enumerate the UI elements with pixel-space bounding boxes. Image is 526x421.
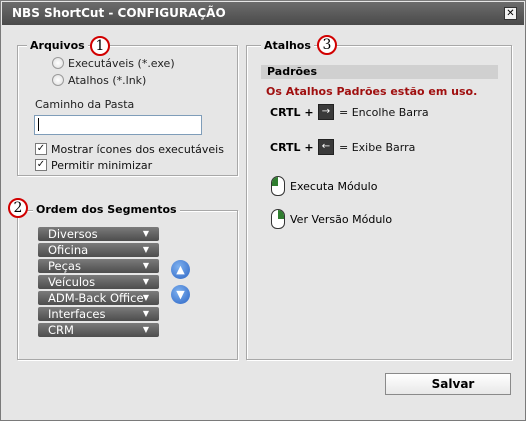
crtl-label: CRTL + bbox=[270, 105, 314, 119]
save-button[interactable]: Salvar bbox=[385, 373, 511, 395]
badge-2: 2 bbox=[8, 198, 28, 218]
title-bar: NBS ShortCut - CONFIGURAÇÃO ✕ bbox=[2, 2, 524, 25]
shortcut-expand: CRTL + ← = Exibe Barra bbox=[270, 139, 415, 155]
path-input[interactable] bbox=[34, 115, 202, 135]
checkbox-show-icons-label: Mostrar ícones dos executáveis bbox=[51, 142, 224, 156]
segment-item[interactable]: ADM-Back Office ▼ bbox=[38, 291, 159, 305]
segment-item[interactable]: Veículos ▼ bbox=[38, 275, 159, 289]
window-title: NBS ShortCut - CONFIGURAÇÃO bbox=[12, 6, 226, 20]
segment-label: CRM bbox=[48, 323, 74, 337]
segment-item[interactable]: Oficina ▼ bbox=[38, 243, 159, 257]
segment-item[interactable]: CRM ▼ bbox=[38, 323, 159, 337]
segment-item[interactable]: Peças ▼ bbox=[38, 259, 159, 273]
segment-label: Peças bbox=[48, 259, 81, 273]
atalhos-title: Atalhos bbox=[261, 39, 314, 52]
radio-executaveis-label: Executáveis (*.exe) bbox=[68, 56, 175, 70]
mouse-right-click-row: Ver Versão Módulo bbox=[271, 209, 392, 229]
segment-label: Interfaces bbox=[48, 307, 106, 321]
chevron-down-icon: ▼ bbox=[142, 261, 149, 270]
defaults-header: Padrões bbox=[261, 65, 498, 79]
mouse-right-click-icon bbox=[271, 209, 285, 229]
radio-executaveis[interactable]: Executáveis (*.exe) bbox=[52, 56, 175, 70]
radio-button[interactable] bbox=[52, 57, 64, 69]
defaults-message: Os Atalhos Padrões estão em uso. bbox=[266, 85, 478, 98]
crtl-label: CRTL + bbox=[270, 140, 314, 154]
chevron-down-icon: ▼ bbox=[142, 293, 149, 302]
shortcut-collapse-label: = Encolhe Barra bbox=[339, 105, 429, 119]
ordem-title: Ordem dos Segmentos bbox=[33, 203, 180, 216]
close-icon[interactable]: ✕ bbox=[504, 7, 517, 20]
chevron-down-icon: ▼ bbox=[142, 325, 149, 334]
radio-button[interactable] bbox=[52, 74, 64, 86]
chevron-down-icon: ▼ bbox=[142, 277, 149, 286]
segment-label: ADM-Back Office bbox=[48, 291, 144, 305]
badge-3: 3 bbox=[317, 35, 337, 55]
radio-atalhos[interactable]: Atalhos (*.lnk) bbox=[52, 73, 146, 87]
move-up-button[interactable]: ▲ bbox=[171, 260, 190, 279]
badge-1: 1 bbox=[90, 36, 110, 56]
checkbox-show-icons[interactable]: ✓ Mostrar ícones dos executáveis bbox=[35, 142, 224, 156]
move-down-button[interactable]: ▼ bbox=[171, 285, 190, 304]
chevron-down-icon: ▼ bbox=[142, 245, 149, 254]
checkbox-checked-icon[interactable]: ✓ bbox=[35, 143, 47, 155]
text-caret bbox=[38, 118, 39, 131]
mouse-left-click-label: Executa Módulo bbox=[290, 179, 378, 193]
mouse-right-click-label: Ver Versão Módulo bbox=[290, 212, 393, 226]
mouse-left-click-icon bbox=[271, 176, 285, 196]
checkbox-allow-minimize[interactable]: ✓ Permitir minimizar bbox=[35, 158, 152, 172]
chevron-down-icon: ▼ bbox=[142, 309, 149, 318]
path-label: Caminho da Pasta bbox=[35, 98, 135, 111]
configuration-window: NBS ShortCut - CONFIGURAÇÃO ✕ Arquivos 1… bbox=[0, 0, 526, 421]
shortcut-collapse: CRTL + → = Encolhe Barra bbox=[270, 104, 429, 120]
checkbox-allow-minimize-label: Permitir minimizar bbox=[51, 158, 153, 172]
segment-label: Oficina bbox=[48, 243, 89, 257]
shortcut-expand-label: = Exibe Barra bbox=[339, 140, 416, 154]
arrow-right-key-icon: → bbox=[318, 104, 334, 120]
checkbox-checked-icon[interactable]: ✓ bbox=[35, 159, 47, 171]
arquivos-title: Arquivos bbox=[27, 39, 88, 52]
mouse-left-click-row: Executa Módulo bbox=[271, 176, 377, 196]
segment-item[interactable]: Diversos ▼ bbox=[38, 227, 159, 241]
segment-label: Veículos bbox=[48, 275, 96, 289]
radio-atalhos-label: Atalhos (*.lnk) bbox=[68, 73, 147, 87]
arrow-left-key-icon: ← bbox=[318, 139, 334, 155]
segment-label: Diversos bbox=[48, 227, 98, 241]
chevron-down-icon: ▼ bbox=[142, 229, 149, 238]
segment-item[interactable]: Interfaces ▼ bbox=[38, 307, 159, 321]
